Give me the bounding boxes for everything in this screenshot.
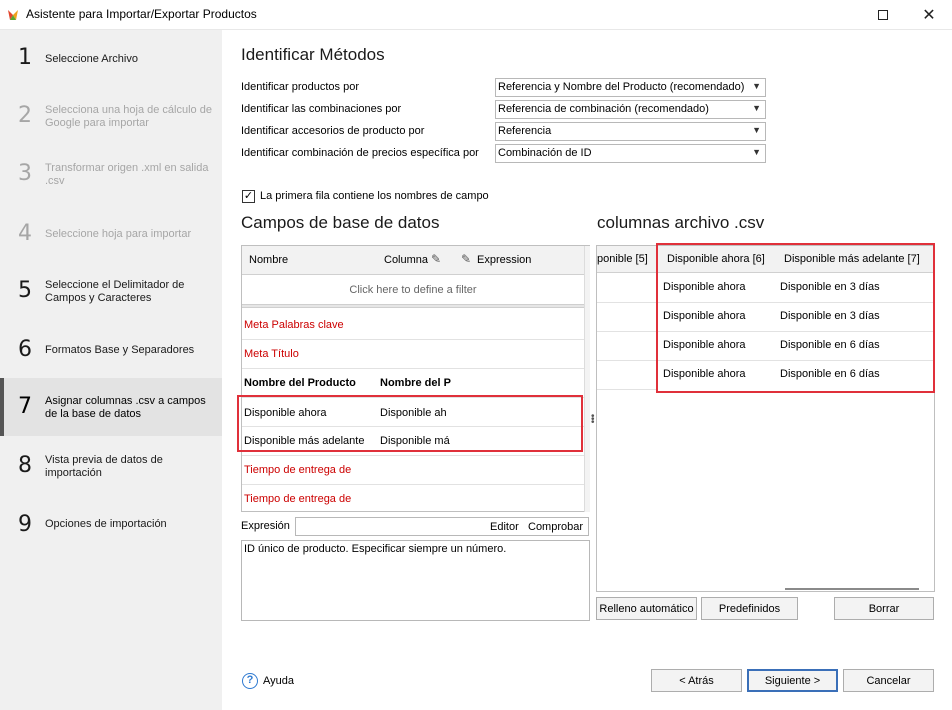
col-header-name[interactable]: Nombre [249,254,288,266]
db-fields-grid: Nombre Columna ✎ ✎ Expression Click here… [241,245,590,512]
identify-price-combination-label: Identificar combinación de precios espec… [241,147,479,159]
col-header-expression[interactable]: Expression [477,254,531,266]
filter-text: Click here to define a filter [349,284,477,296]
grid-header: Nombre Columna ✎ ✎ Expression [242,246,584,275]
identify-combinations-label: Identificar las combinaciones por [241,103,402,115]
help-link[interactable]: Ayuda [263,675,294,687]
autofill-button[interactable]: Relleno automático [596,597,697,620]
maximize-icon [878,10,888,20]
step-3: 3 Transformar origen .xml en salida .csv [0,158,222,192]
select-value: Combinación de ID [498,147,592,159]
pencil-icon: ✎ [431,252,442,266]
field-column: Nombre del P [380,377,451,389]
select-value: Referencia de combinación (recomendado) [498,103,709,115]
field-description: ID único de producto. Especificar siempr… [241,540,590,621]
chevron-down-icon: ▼ [752,81,761,91]
editor-button[interactable]: Editor [490,521,519,533]
step-label: Seleccione el Delimitador de Campos y Ca… [45,279,185,304]
first-row-checkbox-label: La primera fila contiene los nombres de … [260,190,489,202]
step-number: 1 [18,45,32,70]
identify-accessories-label: Identificar accesorios de producto por [241,125,425,137]
step-4: 4 Seleccione hoja para importar [0,218,222,252]
step-number: 3 [18,161,32,186]
grid-scroll-divider [242,304,584,308]
identify-title: Identificar Métodos [241,45,385,64]
csv-col-header[interactable]: ponible [5] [597,253,655,265]
step-number: 6 [18,337,32,362]
identify-accessories-select[interactable]: Referencia ▼ [495,122,766,141]
step-1[interactable]: 1 Seleccione Archivo [0,42,222,76]
title-bar: Asistente para Importar/Exportar Product… [0,0,952,30]
step-9[interactable]: 9 Opciones de importación [0,510,222,544]
check-button[interactable]: Comprobar [528,521,583,533]
step-number: 5 [18,278,32,303]
step-label: Formatos Base y Separadores [45,344,195,356]
chevron-down-icon: ▼ [752,103,761,113]
close-button[interactable]: ✕ [906,0,952,30]
identify-products-select[interactable]: Referencia y Nombre del Producto (recome… [495,78,766,97]
app-logo-icon [8,10,18,20]
chevron-down-icon: ▼ [752,125,761,135]
table-row[interactable]: Meta Título [242,340,584,368]
close-icon: ✕ [922,7,936,24]
step-number: 4 [18,221,32,246]
chevron-down-icon: ▼ [752,147,761,157]
window-title: Asistente para Importar/Exportar Product… [26,7,257,21]
pencil-icon: ✎ [461,252,472,266]
table-row[interactable]: Meta Palabras clave [242,310,584,339]
clear-button[interactable]: Borrar [834,597,934,620]
step-label: Seleccione hoja para importar [45,228,192,240]
field-name: Tiempo de entrega de [244,464,352,476]
step-7[interactable]: 7 Asignar columnas .csv a campos de la b… [0,378,222,436]
step-8[interactable]: 8 Vista previa de datos de importación [0,450,222,486]
table-row[interactable]: Tiempo de entrega de [242,456,584,484]
select-value: Referencia y Nombre del Producto (recome… [498,81,745,93]
step-label: Selecciona una hoja de cálculo de Google… [45,104,212,129]
field-name: Tiempo de entrega de [244,493,352,505]
horizontal-scrollbar[interactable] [785,588,919,590]
table-row[interactable]: Nombre del Producto Nombre del P [242,369,584,397]
step-number: 8 [18,453,32,478]
first-row-checkbox[interactable]: ✓ [242,190,255,203]
description-text: ID único de producto. Especificar siempr… [244,543,507,555]
identify-price-combination-select[interactable]: Combinación de ID ▼ [495,144,766,163]
wizard-sidebar: 1 Seleccione Archivo 2 Selecciona una ho… [0,30,222,710]
back-button[interactable]: < Atrás [651,669,742,692]
db-fields-title: Campos de base de datos [241,213,440,232]
step-5[interactable]: 5 Seleccione el Delimitador de Campos y … [0,274,222,310]
step-label: Vista previa de datos de importación [45,454,163,479]
step-label: Transformar origen .xml en salida .csv [45,162,209,187]
highlight-box [656,243,935,393]
step-number: 9 [18,512,32,537]
identify-combinations-select[interactable]: Referencia de combinación (recomendado) … [495,100,766,119]
step-label: Opciones de importación [45,518,167,530]
cancel-button[interactable]: Cancelar [843,669,934,692]
highlight-box [237,395,583,452]
expression-input[interactable]: Editor Comprobar [295,517,589,536]
step-6[interactable]: 6 Formatos Base y Separadores [0,335,222,369]
grid-scrollbar[interactable] [584,246,590,512]
maximize-button[interactable] [860,0,906,30]
select-value: Referencia [498,125,552,137]
help-icon[interactable]: ? [242,673,258,689]
step-number: 7 [18,394,32,419]
table-row[interactable]: Tiempo de entrega de [242,485,584,512]
field-name: Meta Palabras clave [244,319,344,331]
col-header-column[interactable]: Columna [384,254,428,266]
step-number: 2 [18,103,32,128]
filter-row[interactable]: Click here to define a filter [242,276,584,304]
checkmark-icon: ✓ [243,190,254,202]
next-button[interactable]: Siguiente > [747,669,838,692]
identify-products-label: Identificar productos por [241,81,360,93]
field-name: Meta Título [244,348,299,360]
field-name: Nombre del Producto [244,377,356,389]
step-2: 2 Selecciona una hoja de cálculo de Goog… [0,100,222,134]
defaults-button[interactable]: Predefinidos [701,597,798,620]
csv-columns-title: columnas archivo .csv [597,213,765,232]
step-label: Asignar columnas .csv a campos de la bas… [45,395,206,420]
step-label: Seleccione Archivo [45,53,138,65]
expression-label: Expresión [241,520,290,532]
